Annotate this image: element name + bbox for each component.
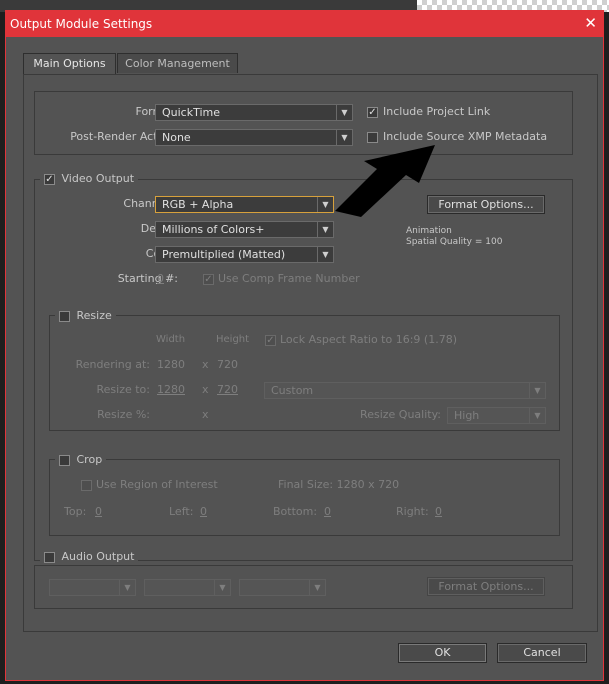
post-render-dropdown[interactable]: None ▼	[155, 129, 353, 146]
close-icon[interactable]: ✕	[584, 14, 597, 32]
format-dropdown[interactable]: QuickTime ▼	[155, 104, 353, 121]
lock-aspect-label: Lock Aspect Ratio to 16:9 (1.78)	[280, 333, 457, 346]
resize-width-field[interactable]: 1280	[157, 383, 185, 396]
depth-value: Millions of Colors+	[162, 223, 265, 236]
crop-bottom-label: Bottom:	[273, 505, 318, 518]
use-roi-checkbox[interactable]	[81, 480, 92, 491]
cancel-button[interactable]: Cancel	[497, 643, 587, 663]
crop-top-field[interactable]: 0	[95, 505, 102, 518]
rendering-x: x	[202, 358, 209, 371]
channels-dropdown[interactable]: RGB + Alpha ▼	[155, 196, 334, 213]
crop-header: Crop	[55, 453, 107, 467]
channels-value: RGB + Alpha	[162, 198, 234, 211]
tab-main-options-label: Main Options	[33, 57, 106, 70]
chevron-down-icon: ▼	[336, 105, 352, 120]
chevron-down-icon: ▼	[119, 580, 135, 595]
tab-main-options[interactable]: Main Options	[23, 53, 116, 75]
tab-color-management-label: Color Management	[125, 57, 230, 70]
audio-channels-dropdown[interactable]: ▼	[239, 579, 326, 596]
resize-quality-label: Resize Quality:	[360, 408, 441, 421]
audio-format-options-label: Format Options...	[438, 580, 534, 593]
use-comp-frame-checkbox[interactable]: ✓	[203, 274, 214, 285]
audio-output-header: Audio Output	[40, 550, 139, 564]
audio-depth-dropdown[interactable]: ▼	[144, 579, 231, 596]
dialog-window: Output Module Settings ✕ Main Options Co…	[5, 10, 604, 681]
crop-left-field[interactable]: 0	[200, 505, 207, 518]
height-header: Height	[216, 334, 250, 345]
rendering-height: 720	[217, 358, 238, 371]
post-render-value: None	[162, 131, 191, 144]
resize-checkbox[interactable]	[59, 311, 70, 322]
resize-percent-x: x	[202, 408, 209, 421]
chevron-down-icon: ▼	[317, 247, 333, 262]
color-dropdown[interactable]: Premultiplied (Matted) ▼	[155, 246, 334, 263]
use-comp-frame-label: Use Comp Frame Number	[218, 272, 360, 285]
resize-group-label: Resize	[76, 309, 112, 322]
video-output-header: ✓ Video Output	[40, 172, 139, 186]
resize-preset-value: Custom	[271, 384, 314, 397]
tab-color-management[interactable]: Color Management	[117, 53, 238, 73]
resize-preset-dropdown[interactable]: Custom ▼	[264, 382, 546, 399]
chevron-down-icon: ▼	[309, 580, 325, 595]
ok-button[interactable]: OK	[398, 643, 487, 663]
resize-height-field[interactable]: 720	[217, 383, 238, 396]
rendering-at-label: Rendering at:	[75, 358, 150, 371]
cancel-label: Cancel	[523, 646, 561, 659]
audio-format-options-button[interactable]: Format Options...	[427, 577, 545, 596]
resize-header: Resize	[55, 309, 116, 323]
crop-group-label: Crop	[76, 453, 103, 466]
depth-dropdown[interactable]: Millions of Colors+ ▼	[155, 221, 334, 238]
chevron-down-icon: ▼	[214, 580, 230, 595]
crop-left-label: Left:	[169, 505, 194, 518]
include-project-link-label: Include Project Link	[383, 105, 491, 118]
final-size-label: Final Size: 1280 x 720	[278, 478, 400, 491]
ok-label: OK	[434, 646, 451, 659]
chevron-down-icon: ▼	[529, 408, 545, 423]
crop-checkbox[interactable]	[59, 455, 70, 466]
audio-output-group: ▼ ▼ ▼ Format Options...	[34, 565, 573, 609]
resize-percent-label: Resize %:	[97, 408, 150, 421]
chevron-down-icon: ▼	[529, 383, 545, 398]
resize-to-label: Resize to:	[96, 383, 151, 396]
rendering-width: 1280	[157, 358, 185, 371]
crop-top-label: Top:	[64, 505, 87, 518]
crop-right-label: Right:	[396, 505, 429, 518]
crop-group: Use Region of Interest Final Size: 1280 …	[49, 459, 560, 536]
crop-bottom-field[interactable]: 0	[324, 505, 331, 518]
codec-info-line1: Animation	[406, 226, 452, 236]
codec-info-line2: Spatial Quality = 100	[406, 237, 503, 247]
lock-aspect-checkbox[interactable]: ✓	[265, 335, 276, 346]
dialog-title: Output Module Settings	[10, 17, 153, 31]
audio-output-checkbox[interactable]	[44, 552, 55, 563]
video-output-checkbox[interactable]: ✓	[44, 174, 55, 185]
video-output-label: Video Output	[61, 172, 135, 185]
chevron-down-icon: ▼	[317, 222, 333, 237]
use-roi-label: Use Region of Interest	[96, 478, 218, 491]
starting-number-field[interactable]: 0	[157, 272, 164, 285]
resize-quality-value: High	[454, 409, 480, 422]
annotation-arrow-icon	[335, 145, 435, 217]
crop-right-field[interactable]: 0	[435, 505, 442, 518]
video-format-options-label: Format Options...	[438, 198, 534, 211]
format-group: Format: QuickTime ▼ Post-Render Action: …	[34, 91, 573, 155]
audio-output-label: Audio Output	[61, 550, 135, 563]
resize-group: Width Height ✓ Lock Aspect Ratio to 16:9…	[49, 315, 560, 431]
width-header: Width	[156, 334, 186, 345]
format-value: QuickTime	[162, 106, 221, 119]
color-value: Premultiplied (Matted)	[162, 248, 286, 261]
video-output-group: Channels: RGB + Alpha ▼ Depth: Millions …	[34, 179, 573, 561]
include-project-link-checkbox[interactable]: ✓	[367, 107, 378, 118]
starting-number-label: Starting #:	[117, 272, 178, 285]
title-bar[interactable]: Output Module Settings ✕	[6, 11, 603, 37]
audio-rate-dropdown[interactable]: ▼	[49, 579, 136, 596]
resize-x: x	[202, 383, 209, 396]
resize-quality-dropdown[interactable]: High ▼	[447, 407, 546, 424]
